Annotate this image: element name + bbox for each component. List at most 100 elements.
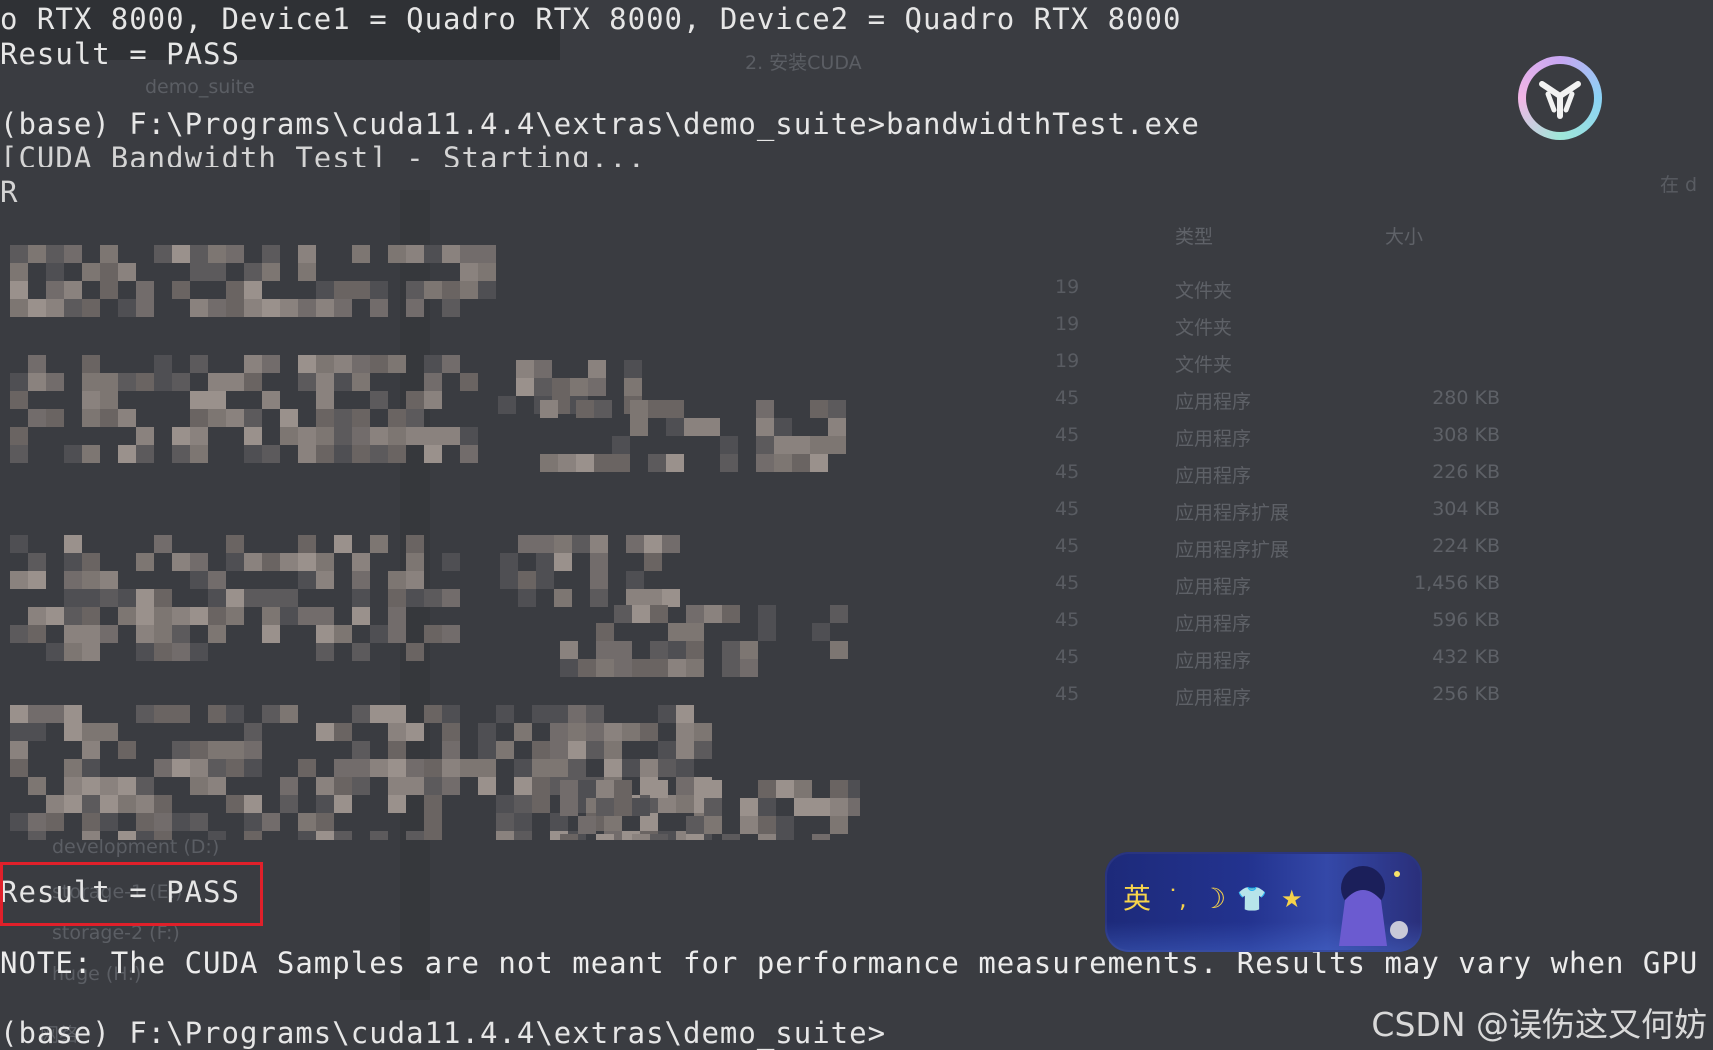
mosaic-pixel <box>208 245 226 263</box>
mosaic-pixel <box>424 777 442 795</box>
mosaic-pixel <box>208 607 226 625</box>
mosaic-pixel <box>442 281 460 299</box>
mosaic-pixel <box>100 777 118 795</box>
mosaic-pixel <box>388 589 406 607</box>
mosaic-pixel <box>370 535 388 553</box>
mosaic-pixel <box>298 373 316 391</box>
ime-language-toggle[interactable]: 英 <box>1123 882 1151 916</box>
mosaic-pixel <box>226 553 244 571</box>
ime-skin-icon[interactable]: 👕 <box>1237 882 1267 916</box>
mosaic-pixel <box>352 571 370 589</box>
mosaic-pixel <box>244 741 262 759</box>
mosaic-pixel <box>370 759 388 777</box>
bg-row-size: 226 KB <box>1432 461 1500 483</box>
mosaic-pixel <box>676 777 694 795</box>
mosaic-pixel <box>388 777 406 795</box>
bg-row-type: 文件夹 <box>1175 317 1233 339</box>
mosaic-pixel <box>668 659 686 677</box>
mosaic-pixel <box>812 798 830 816</box>
mosaic-pixel <box>352 777 370 795</box>
mosaic-pixel <box>118 741 136 759</box>
ime-star-icon[interactable]: ★ <box>1281 882 1303 916</box>
mosaic-pixel <box>370 355 388 373</box>
mosaic-pixel <box>100 245 118 263</box>
mosaic-pixel <box>244 263 262 281</box>
mosaic-pixel <box>334 831 352 840</box>
mosaic-pixel <box>740 798 758 816</box>
mosaic-pixel <box>118 263 136 281</box>
terminal-prompt[interactable]: (base) F:\Programs\cuda11.4.4\extras\dem… <box>0 1016 886 1050</box>
mosaic-pixel <box>596 798 614 816</box>
mosaic-pixel <box>424 759 442 777</box>
mosaic-pixel <box>316 373 334 391</box>
mosaic-pixel <box>118 777 136 795</box>
mosaic-pixel <box>758 798 776 816</box>
mosaic-pixel <box>388 705 406 723</box>
mosaic-pixel <box>406 643 424 661</box>
bg-folder-name: demo_suite <box>145 76 255 98</box>
mosaic-pixel <box>154 245 172 263</box>
mosaic-pixel <box>388 427 406 445</box>
bg-breadcrumb: 2. 安装CUDA <box>745 52 862 74</box>
mosaic-pixel <box>812 623 830 641</box>
mosaic-pixel <box>552 378 570 396</box>
ime-punctuation-toggle[interactable]: ˙, <box>1167 882 1187 916</box>
mosaic-pixel <box>554 535 572 553</box>
mosaic-pixel <box>442 427 460 445</box>
ime-toolbar[interactable]: 英 ˙, ☽ 👕 ★ <box>1105 852 1422 952</box>
mosaic-pixel <box>64 245 82 263</box>
mosaic-pixel <box>406 391 424 409</box>
mosaic-pixel <box>812 834 830 840</box>
mosaic-pixel <box>758 816 776 834</box>
mosaic-pixel <box>316 571 334 589</box>
terminal-line-devices: o RTX 8000, Device1 = Quadro RTX 8000, D… <box>0 2 1182 36</box>
mosaic-pixel <box>316 427 334 445</box>
mosaic-pixel <box>388 409 406 427</box>
mosaic-pixel <box>496 813 514 831</box>
mosaic-pixel <box>64 795 82 813</box>
mosaic-pixel <box>478 741 496 759</box>
mosaic-pixel <box>352 643 370 661</box>
app-logo-icon[interactable] <box>1518 56 1602 140</box>
mosaic-pixel <box>578 780 596 798</box>
mosaic-pixel <box>280 299 298 317</box>
bg-row-type: 应用程序 <box>1175 465 1252 487</box>
mosaic-pixel <box>352 355 370 373</box>
mosaic-pixel <box>208 777 226 795</box>
mosaic-pixel <box>722 834 740 840</box>
ime-moon-icon[interactable]: ☽ <box>1201 882 1226 916</box>
mosaic-pixel <box>478 723 496 741</box>
mosaic-pixel <box>370 281 388 299</box>
mosaic-pixel <box>722 641 740 659</box>
mosaic-pixel <box>662 535 680 553</box>
mosaic-pixel <box>172 245 190 263</box>
mosaic-pixel <box>596 623 614 641</box>
mosaic-pixel <box>244 299 262 317</box>
mosaic-pixel <box>64 705 82 723</box>
mosaic-pixel <box>100 795 118 813</box>
mosaic-pixel <box>334 759 352 777</box>
mosaic-pixel <box>352 445 370 463</box>
mosaic-pixel <box>28 831 46 840</box>
mosaic-pixel <box>828 436 846 454</box>
mosaic-pixel <box>478 281 496 299</box>
mosaic-pixel <box>298 245 316 263</box>
mosaic-pixel <box>370 427 388 445</box>
bg-row-size: 308 KB <box>1432 424 1500 446</box>
mosaic-pixel <box>154 355 172 373</box>
mosaic-pixel <box>154 813 172 831</box>
mosaic-pixel <box>536 553 554 571</box>
terminal-prompt-command: (base) F:\Programs\cuda11.4.4\extras\dem… <box>0 107 1200 141</box>
mosaic-pixel <box>28 355 46 373</box>
mosaic-pixel <box>406 723 424 741</box>
mosaic-pixel <box>334 723 352 741</box>
mosaic-pixel <box>262 625 280 643</box>
mosaic-pixel <box>352 427 370 445</box>
mosaic-pixel <box>406 553 424 571</box>
mosaic-pixel <box>626 571 644 589</box>
mosaic-pixel <box>720 436 738 454</box>
mosaic-pixel <box>460 445 478 463</box>
mosaic-pixel <box>694 741 712 759</box>
mosaic-pixel <box>810 436 828 454</box>
mosaic-pixel <box>262 391 280 409</box>
